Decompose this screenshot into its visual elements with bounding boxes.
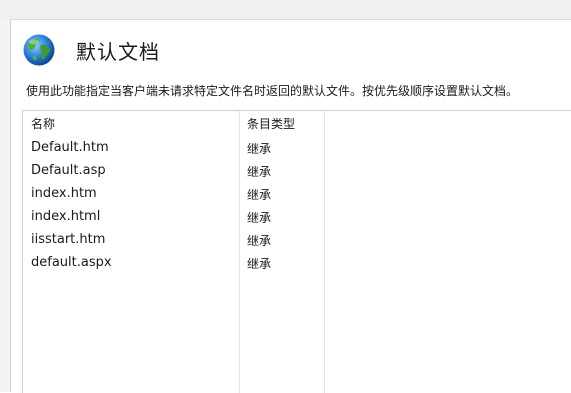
- table-row[interactable]: Default.asp 继承: [23, 160, 323, 182]
- table-row[interactable]: Default.htm 继承: [23, 137, 323, 159]
- table-row[interactable]: default.aspx 继承: [23, 252, 323, 274]
- entry-type: 继承: [247, 165, 272, 179]
- entry-type: 继承: [247, 211, 272, 225]
- feature-header: 默认文档: [22, 30, 160, 70]
- globe-icon: [23, 34, 55, 66]
- document-name: Default.asp: [31, 163, 106, 178]
- document-name: Default.htm: [31, 140, 109, 155]
- document-name: index.html: [31, 209, 101, 224]
- document-name: index.htm: [31, 186, 97, 201]
- entry-type: 继承: [247, 142, 272, 156]
- page-title: 默认文档: [76, 39, 160, 64]
- default-documents-list[interactable]: 名称 条目类型 Default.htm 继承 Default.asp 继承 in…: [22, 110, 571, 393]
- feature-description: 使用此功能指定当客户端未请求特定文件名时返回的默认文件。按优先级顺序设置默认文档…: [26, 84, 519, 98]
- table-row[interactable]: iisstart.htm 继承: [23, 229, 323, 251]
- table-row[interactable]: index.htm 继承: [23, 183, 323, 205]
- column-header-name[interactable]: 名称: [31, 115, 55, 132]
- left-pane-edge: [0, 19, 11, 392]
- column-divider: [324, 111, 325, 393]
- entry-type: 继承: [247, 188, 272, 202]
- entry-type: 继承: [247, 257, 272, 271]
- table-row[interactable]: index.html 继承: [23, 206, 323, 228]
- top-strip: [0, 0, 571, 20]
- document-name: iisstart.htm: [31, 232, 106, 247]
- column-header-entry-type[interactable]: 条目类型: [247, 115, 295, 132]
- entry-type: 继承: [247, 234, 272, 248]
- document-name: default.aspx: [31, 255, 112, 270]
